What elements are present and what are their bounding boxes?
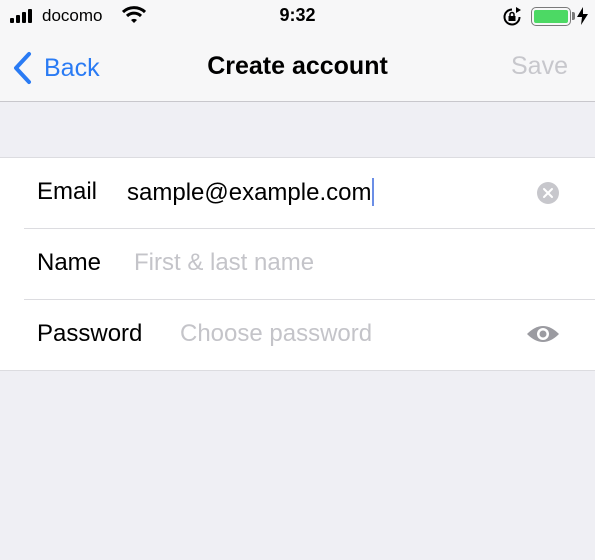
password-row[interactable]: Password Choose password	[0, 300, 595, 371]
charging-bolt-icon	[577, 7, 588, 30]
name-label: Name	[37, 249, 102, 276]
text-cursor	[372, 178, 375, 206]
close-icon	[543, 188, 553, 198]
battery-icon	[531, 7, 571, 26]
status-bar: docomo 9:32	[0, 0, 595, 34]
password-field[interactable]: Choose password	[180, 320, 372, 348]
battery-cap	[572, 12, 575, 20]
clear-text-button[interactable]	[537, 182, 559, 204]
chevron-left-icon	[12, 51, 32, 85]
back-label: Back	[44, 53, 100, 82]
orientation-lock-icon	[502, 7, 522, 32]
show-password-icon[interactable]	[525, 322, 561, 351]
email-label: Email	[37, 178, 98, 205]
password-label: Password	[37, 320, 143, 347]
email-row[interactable]: Email sample@example.com	[0, 158, 595, 229]
battery-level	[534, 10, 568, 23]
account-form: Email sample@example.com Name First & la…	[0, 157, 595, 371]
email-field[interactable]: sample@example.com	[127, 178, 375, 207]
name-row[interactable]: Name First & last name	[0, 229, 595, 300]
top-bar: docomo 9:32 Back Create account Save	[0, 0, 595, 102]
back-button[interactable]: Back	[12, 50, 100, 86]
name-field[interactable]: First & last name	[134, 249, 314, 277]
save-button[interactable]: Save	[511, 52, 568, 81]
